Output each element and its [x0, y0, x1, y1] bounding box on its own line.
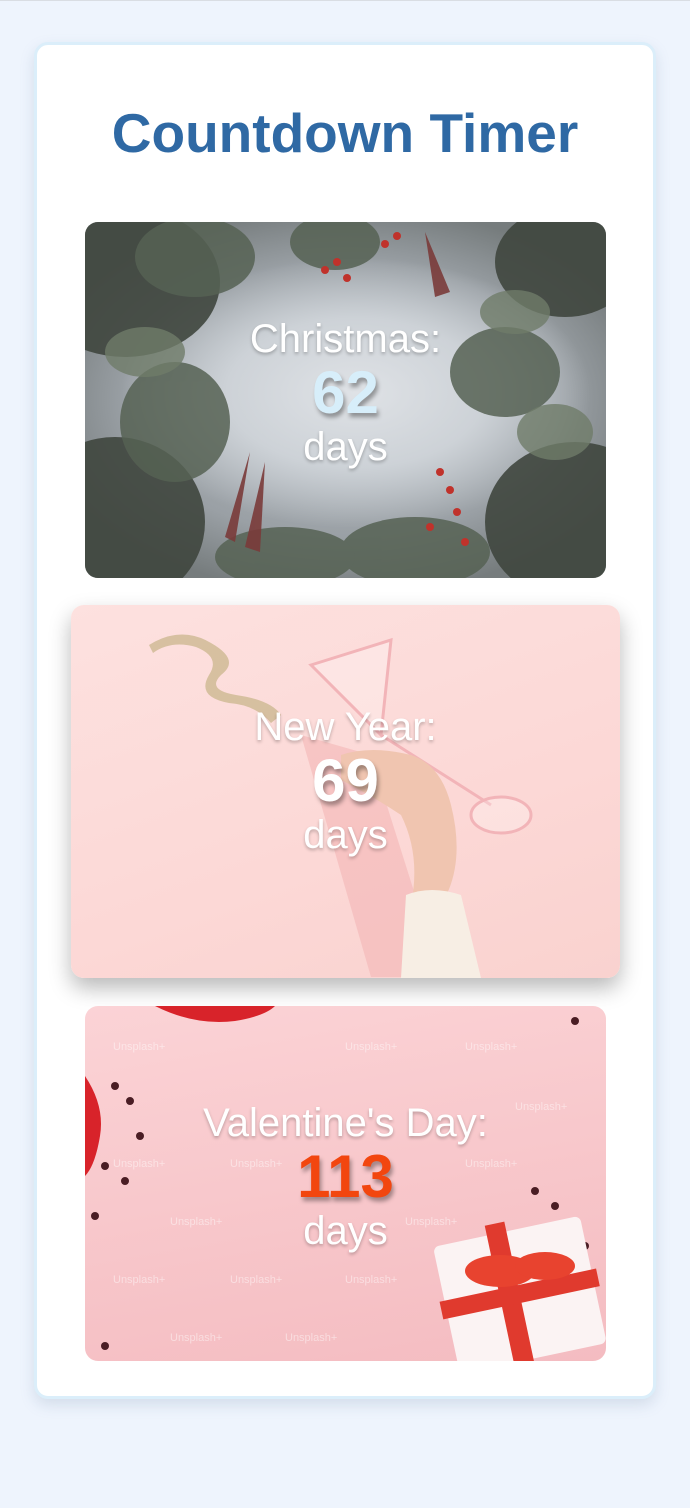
- event-days-unit: days: [303, 425, 388, 469]
- event-days-count: 62: [312, 359, 379, 426]
- event-name: New Year:: [254, 705, 437, 749]
- event-card-christmas: Christmas: 62 days: [85, 222, 606, 578]
- watermark-text: Unsplash+: [345, 1041, 398, 1053]
- event-card-new-year: New Year: 69 days: [71, 605, 620, 978]
- watermark-text: Unsplash+: [113, 1041, 166, 1053]
- event-days-count: 69: [312, 747, 379, 814]
- watermark-text: Unsplash+: [113, 1274, 166, 1286]
- event-name: Valentine's Day:: [203, 1101, 488, 1145]
- watermark-text: Unsplash+: [345, 1274, 398, 1286]
- event-days-count: 113: [297, 1143, 394, 1210]
- event-content: Christmas: 62 days: [85, 317, 606, 469]
- watermark-text: Unsplash+: [230, 1274, 283, 1286]
- watermark-text: Unsplash+: [465, 1041, 518, 1053]
- event-content: Valentine's Day: 113 days: [85, 1101, 606, 1253]
- event-days-unit: days: [303, 813, 388, 857]
- event-days-unit: days: [303, 1209, 388, 1253]
- event-name: Christmas:: [249, 317, 442, 361]
- event-content: New Year: 69 days: [71, 705, 620, 857]
- page-title: Countdown Timer: [111, 102, 579, 164]
- watermark-text: Unsplash+: [170, 1332, 223, 1344]
- event-card-valentines-day: Unsplash+ Unsplash+ Unsplash+ Unsplash+ …: [85, 1006, 606, 1361]
- watermark-text: Unsplash+: [285, 1332, 338, 1344]
